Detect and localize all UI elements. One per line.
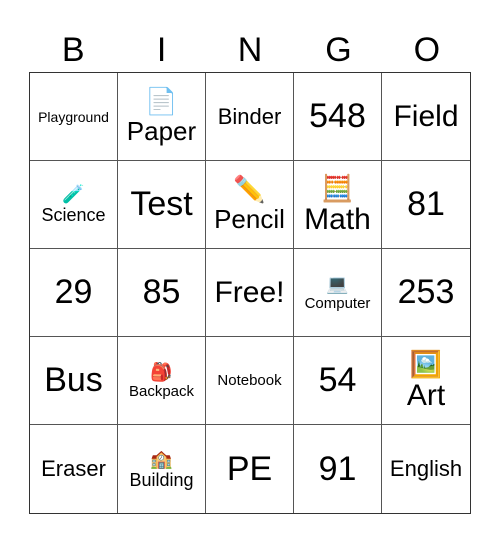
- header-letter-n: N: [237, 31, 263, 69]
- cell-label: PE: [226, 449, 273, 488]
- bingo-cell[interactable]: PE: [206, 425, 294, 513]
- cell-label: 548: [309, 97, 366, 135]
- cell-label: English: [389, 456, 463, 481]
- bingo-grid: Playground 📄 Paper Binder 548 Field 🧪 Scie…: [29, 72, 471, 514]
- cell-label: 81: [407, 185, 445, 223]
- cell-label: Eraser: [41, 456, 106, 481]
- bingo-cell[interactable]: 54: [294, 337, 382, 425]
- bingo-cell[interactable]: 548: [294, 73, 382, 161]
- cell-label: Notebook: [217, 372, 282, 389]
- document-icon: 📄: [145, 86, 178, 116]
- cell-label: Bus: [44, 361, 103, 399]
- bingo-cell[interactable]: Free!: [206, 249, 294, 337]
- bingo-cell[interactable]: 253: [382, 249, 470, 337]
- laptop-icon: 💻: [326, 274, 349, 294]
- bingo-cell[interactable]: Test: [118, 161, 206, 249]
- cell-label: 54: [318, 361, 357, 399]
- header-letter-o: O: [413, 31, 441, 69]
- bingo-cell[interactable]: Notebook: [206, 337, 294, 425]
- cell-label: Science: [41, 205, 106, 225]
- header-letter-b: B: [61, 31, 85, 69]
- cell-label: Field: [393, 99, 459, 133]
- header-letter-g: G: [325, 31, 352, 69]
- cell-label: 91: [318, 449, 357, 488]
- cell-label: Backpack: [128, 383, 195, 400]
- cell-label: Playground: [38, 108, 109, 125]
- bingo-cell[interactable]: Bus: [30, 337, 118, 425]
- cell-label: Computer: [304, 295, 371, 312]
- bingo-cell[interactable]: 🎒 Backpack: [118, 337, 206, 425]
- cell-label: Test: [130, 185, 193, 223]
- cell-label: Binder: [217, 103, 282, 129]
- backpack-icon: 🎒: [150, 362, 173, 382]
- cell-label: Pencil: [214, 204, 285, 234]
- bingo-header: B I N G O: [29, 28, 471, 72]
- bingo-cell[interactable]: ✏️ Pencil: [206, 161, 294, 249]
- school-building-icon: 🏫: [150, 448, 173, 469]
- bingo-cell[interactable]: 81: [382, 161, 470, 249]
- bingo-cell[interactable]: 🖼️ Art: [382, 337, 470, 425]
- header-letter-i: I: [156, 31, 167, 69]
- abacus-icon: 🧮: [321, 172, 354, 203]
- bingo-cell[interactable]: Binder: [206, 73, 294, 161]
- bingo-cell[interactable]: Field: [382, 73, 470, 161]
- bingo-cell[interactable]: 🏫 Building: [118, 425, 206, 513]
- bingo-cell[interactable]: 🧪 Science: [30, 161, 118, 249]
- framed-picture-icon: 🖼️: [409, 348, 443, 379]
- cell-label: Building: [129, 469, 194, 490]
- bingo-cell[interactable]: Playground: [30, 73, 118, 161]
- test-tube-icon: 🧪: [62, 184, 85, 204]
- bingo-cell[interactable]: 📄 Paper: [118, 73, 206, 161]
- cell-label: 85: [142, 273, 181, 311]
- bingo-cell[interactable]: Eraser: [30, 425, 118, 513]
- cell-label: 29: [54, 273, 93, 311]
- bingo-cell[interactable]: 91: [294, 425, 382, 513]
- bingo-cell[interactable]: 29: [30, 249, 118, 337]
- pencil-icon: ✏️: [233, 174, 266, 204]
- cell-label: Math: [304, 202, 371, 236]
- bingo-cell[interactable]: 💻 Computer: [294, 249, 382, 337]
- bingo-cell[interactable]: 85: [118, 249, 206, 337]
- bingo-cell[interactable]: 🧮 Math: [294, 161, 382, 249]
- cell-label: Free!: [214, 275, 285, 309]
- cell-label: Paper: [126, 116, 197, 146]
- cell-label: Art: [406, 378, 446, 412]
- bingo-cell[interactable]: English: [382, 425, 470, 513]
- cell-label: 253: [397, 273, 455, 311]
